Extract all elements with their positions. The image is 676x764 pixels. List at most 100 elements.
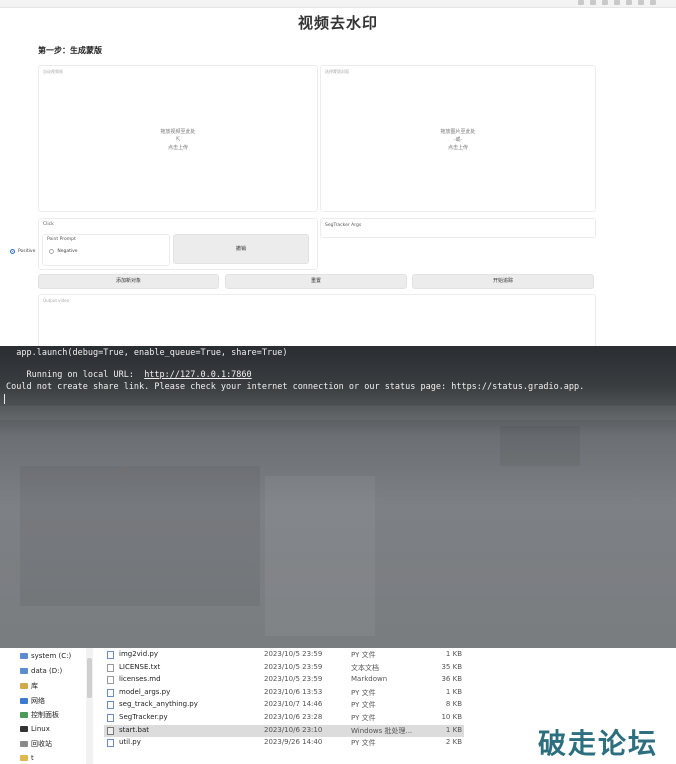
nav-item-label: system (C:) — [31, 652, 72, 660]
reset-button[interactable]: 重置 — [225, 274, 407, 289]
upload-text: 点击上传 — [447, 145, 468, 151]
drive-icon — [20, 667, 28, 674]
folder-icon — [20, 754, 28, 761]
nav-item-label: 网络 — [31, 696, 45, 705]
file-size: 10 KB — [441, 713, 462, 721]
drop-text: 拖放视频至此处 — [160, 129, 196, 135]
file-type: PY 文件 — [351, 714, 376, 722]
file-name: licenses.md — [119, 675, 161, 684]
input-image-label: 选择蒙版封面 — [325, 69, 349, 74]
toolbar-icon[interactable] — [638, 0, 644, 5]
file-date: 2023/9/26 14:40 — [264, 738, 323, 747]
site-watermark: 破走论坛 — [537, 727, 658, 760]
page-title: 视频去水印 — [297, 14, 378, 32]
upload-cursor-icon: ⇱ — [175, 136, 181, 143]
terminal-line-error: Could not create share link. Please chec… — [6, 382, 585, 392]
nav-item[interactable]: system (C:) — [20, 652, 71, 660]
radio-negative[interactable]: Negative — [49, 249, 78, 254]
upload-text: 点击上传 — [167, 145, 188, 151]
segtracker-args-panel: SegTracker Args — [320, 218, 596, 238]
background-window — [500, 426, 580, 466]
video-drop-zone[interactable]: 拖放视频至此处 ⇱ 点击上传 — [39, 128, 317, 152]
nav-item[interactable]: 回收站 — [20, 739, 52, 749]
file-type: PY 文件 — [351, 739, 376, 748]
file-type: Markdown — [351, 675, 388, 684]
nav-item[interactable]: 网络 — [20, 696, 45, 706]
start-track-button[interactable]: 开始追踪 — [412, 274, 594, 289]
drop-text: 拖放图片至此处 — [440, 129, 476, 135]
file-icon — [107, 663, 114, 672]
toolbar-icon[interactable] — [590, 0, 596, 5]
browser-top-strip — [0, 0, 676, 8]
local-url-link[interactable]: http://127.0.0.1:7860 — [144, 370, 251, 380]
file-size: 35 KB — [441, 662, 462, 671]
file-icon — [107, 714, 114, 722]
recycle-bin-icon — [20, 741, 28, 747]
file-row[interactable]: start.bat 2023/10/6 23:10 Windows 批处理... 1 … — [104, 724, 464, 737]
file-name: util.py — [119, 738, 141, 747]
nav-item-label: Linux — [31, 724, 50, 733]
file-size: 1 KB — [445, 687, 462, 696]
file-row[interactable]: img2vid.py 2023/10/5 23:59 PY 文件 1 KB — [104, 649, 464, 661]
output-video-label: Output video — [43, 298, 70, 303]
explorer-nav-pane: system (C:) data (D:) 库网络控制面板 Linux 回收站 t — [0, 648, 95, 764]
add-object-button[interactable]: 添加新对象 — [38, 274, 219, 289]
linux-icon — [20, 725, 28, 732]
toolbar-icon[interactable] — [602, 0, 608, 5]
file-type: PY 文件 — [351, 688, 376, 697]
file-size: 36 KB — [441, 675, 462, 684]
input-image-panel[interactable]: 选择蒙版封面 拖放图片至此处 -或- 点击上传 — [320, 65, 596, 212]
file-size: 1 KB — [445, 650, 462, 658]
nav-item[interactable]: 库 — [20, 681, 38, 691]
point-prompt-label: Point Prompt — [47, 237, 76, 242]
file-date: 2023/10/7 14:46 — [264, 700, 323, 709]
nav-item[interactable]: Linux — [20, 725, 50, 733]
or-text: ⇱ — [39, 136, 317, 144]
file-name: img2vid.py — [119, 650, 159, 658]
browser-toolbar-icons — [578, 0, 656, 6]
nav-item-label: 回收站 — [31, 740, 52, 748]
file-row[interactable]: util.py 2023/9/26 14:40 PY 文件 2 KB — [104, 737, 464, 749]
file-date: 2023/10/5 23:59 — [264, 650, 323, 658]
toolbar-icon[interactable] — [626, 0, 632, 5]
nav-scroll-thumb[interactable] — [87, 658, 92, 698]
nav-item[interactable]: 控制面板 — [20, 710, 59, 720]
radio-positive[interactable]: Positive — [10, 249, 35, 254]
file-row[interactable]: model_args.py 2023/10/6 13:53 PY 文件 1 KB — [104, 687, 464, 699]
control-panel-icon — [20, 712, 28, 718]
toolbar-icon[interactable] — [650, 0, 656, 5]
file-icon — [107, 726, 114, 735]
nav-item[interactable]: data (D:) — [20, 667, 62, 675]
or-text: -或- — [453, 137, 463, 143]
background-window — [265, 476, 375, 636]
point-prompt-radio-group: Positive Negative — [10, 249, 78, 254]
nav-item-label: t — [31, 753, 34, 762]
terminal-line-launch: app.launch(debug=True, enable_queue=True… — [6, 348, 288, 358]
file-row[interactable]: SegTracker.py 2023/10/6 23:28 PY 文件 10 KB — [104, 712, 464, 724]
nav-item[interactable]: t — [20, 754, 34, 762]
input-video-panel[interactable]: 自动视频帧 拖放视频至此处 ⇱ 点击上传 — [38, 65, 318, 212]
radio-positive-label: Positive — [18, 249, 36, 254]
file-name: start.bat — [119, 725, 150, 734]
file-row[interactable]: LICENSE.txt 2023/10/5 23:59 文本文档 35 KB — [104, 662, 464, 674]
file-size: 2 KB — [445, 738, 462, 747]
file-size: 1 KB — [445, 725, 462, 734]
file-date: 2023/10/6 23:28 — [264, 713, 323, 721]
step-heading: 第一步：生成蒙版 — [38, 46, 102, 55]
file-type: 文本文档 — [351, 663, 379, 672]
file-explorer: system (C:) data (D:) 库网络控制面板 Linux 回收站 t img… — [0, 648, 676, 764]
image-drop-zone[interactable]: 拖放图片至此处 -或- 点击上传 — [321, 128, 595, 152]
output-video-panel: Output video — [38, 294, 596, 346]
file-type: PY 文件 — [351, 651, 376, 659]
terminal-cursor — [4, 394, 5, 404]
network-icon — [20, 697, 28, 704]
file-row[interactable]: licenses.md 2023/10/5 23:59 Markdown 36 KB — [104, 674, 464, 686]
undo-button[interactable]: 撤销 — [173, 234, 309, 264]
toolbar-icon[interactable] — [614, 0, 620, 5]
radio-negative-label: Negative — [57, 249, 78, 254]
file-row[interactable]: seg_track_anything.py 2023/10/7 14:46 PY 文… — [104, 699, 464, 711]
segtracker-label: SegTracker Args — [325, 223, 362, 228]
terminal-window[interactable]: app.launch(debug=True, enable_queue=True… — [0, 346, 676, 648]
toolbar-icon[interactable] — [578, 0, 584, 5]
file-icon — [107, 651, 114, 659]
